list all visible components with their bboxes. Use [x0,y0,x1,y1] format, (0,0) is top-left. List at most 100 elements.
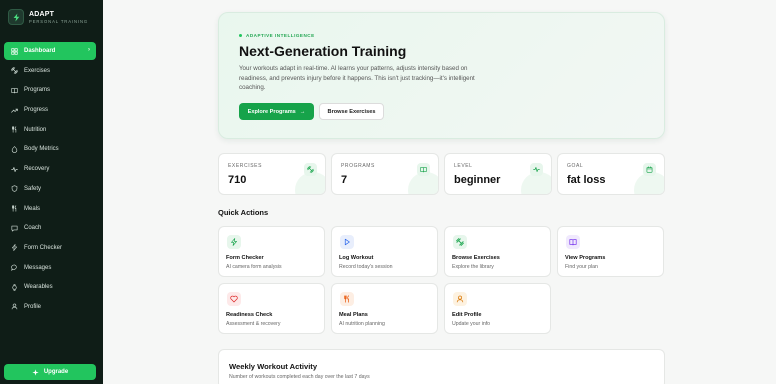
stats-row: EXERCISES 710 PROGRAMS 7 LEVEL beginner … [218,153,665,195]
sidebar-item-label: Coach [24,225,42,232]
upgrade-button[interactable]: Upgrade [4,364,96,380]
activity-icon [10,165,18,173]
sidebar-item-label: Wearables [24,284,53,291]
sidebar-item-label: Safety [24,185,42,192]
hero-title: Next-Generation Training [239,43,407,59]
quick-action-log-workout[interactable]: Log Workout Record today's session [331,226,438,277]
sidebar-item-label: Profile [24,303,42,310]
book-icon [10,86,18,94]
quick-actions-title: Quick Actions [218,208,269,217]
sidebar-item-profile[interactable]: Profile [4,298,96,316]
main-content: ADAPTIVE INTELLIGENCE Next-Generation Tr… [103,0,776,384]
sidebar-item-form-checker[interactable]: Form Checker [4,239,96,257]
quick-action-title: Meal Plans [339,312,368,318]
dumbbell-icon [10,67,18,75]
explore-programs-button[interactable]: Explore Programs → [239,103,314,120]
hero-banner: ADAPTIVE INTELLIGENCE Next-Generation Tr… [218,12,665,139]
stat-card-level: LEVEL beginner [444,153,552,195]
browse-exercises-button[interactable]: Browse Exercises [319,103,384,120]
sidebar-item-dashboard[interactable]: Dashboard › [4,42,96,60]
utensils-icon [340,292,354,306]
quick-action-view-programs[interactable]: View Programs Find your plan [557,226,664,277]
quick-action-browse-exercises[interactable]: Browse Exercises Explore the library [444,226,551,277]
dumbbell-icon [304,163,317,176]
brand[interactable]: ADAPT PERSONAL TRAINING [8,9,88,25]
trend-icon [10,106,18,114]
dumbbell-icon [453,235,467,249]
user-icon [453,292,467,306]
sidebar-item-label: Messages [24,264,52,271]
hero-tag: ADAPTIVE INTELLIGENCE [239,33,315,38]
sidebar-item-label: Exercises [24,67,51,74]
hero-tag-label: ADAPTIVE INTELLIGENCE [246,33,315,38]
stat-card-programs: PROGRAMS 7 [331,153,439,195]
stat-label: EXERCISES [228,163,263,169]
sidebar-item-label: Form Checker [24,244,63,251]
sidebar-item-coach[interactable]: Coach [4,219,96,237]
book-icon [417,163,430,176]
quick-action-readiness-check[interactable]: Readiness Check Assessment & recovery [218,283,325,334]
sidebar-item-messages[interactable]: Messages [4,259,96,277]
quick-action-subtitle: AI nutrition planning [339,321,385,327]
shield-icon [10,185,18,193]
bolt-icon [10,244,18,252]
bolt-icon [8,9,24,25]
sidebar-item-meals[interactable]: Meals [4,200,96,218]
stat-value: 7 [341,174,348,186]
sidebar-item-progress[interactable]: Progress [4,101,96,119]
sparkle-icon [32,368,39,376]
quick-action-subtitle: Find your plan [565,264,598,270]
sidebar-item-wearables[interactable]: Wearables [4,278,96,296]
sidebar-item-recovery[interactable]: Recovery [4,160,96,178]
sidebar-item-safety[interactable]: Safety [4,180,96,198]
explore-programs-label: Explore Programs [247,108,296,115]
quick-action-title: Edit Profile [452,312,482,318]
activity-icon [530,163,543,176]
dot-icon [239,34,242,37]
quick-action-subtitle: Record today's session [339,264,393,270]
sidebar-item-exercises[interactable]: Exercises [4,62,96,80]
quick-action-title: Form Checker [226,255,264,261]
sidebar-item-programs[interactable]: Programs [4,81,96,99]
message-icon [10,264,18,272]
quick-action-subtitle: Assessment & recovery [226,321,281,327]
quick-action-subtitle: AI camera form analysis [226,264,282,270]
sidebar-item-label: Recovery [24,166,50,173]
weekly-activity-card: Weekly Workout Activity Number of workou… [218,349,665,384]
chat-icon [10,224,18,232]
watch-icon [10,283,18,291]
sidebar-nav: Dashboard › Exercises Programs Progress N… [4,42,96,318]
quick-action-title: Readiness Check [226,312,273,318]
calendar-icon [643,163,656,176]
stat-label: LEVEL [454,163,473,169]
scale-icon [10,145,18,153]
sidebar: ADAPT PERSONAL TRAINING Dashboard › Exerc… [0,0,103,384]
sidebar-item-nutrition[interactable]: Nutrition [4,121,96,139]
stat-value: 710 [228,174,247,186]
heart-icon [227,292,241,306]
sidebar-item-body-metrics[interactable]: Body Metrics [4,140,96,158]
quick-action-subtitle: Explore the library [452,264,494,270]
quick-action-title: Browse Exercises [452,255,500,261]
weekly-activity-title: Weekly Workout Activity [229,362,318,371]
sidebar-item-label: Progress [24,107,49,114]
quick-action-edit-profile[interactable]: Edit Profile Update your info [444,283,551,334]
grid-icon [10,47,18,55]
quick-action-meal-plans[interactable]: Meal Plans AI nutrition planning [331,283,438,334]
stat-value: beginner [454,174,501,186]
utensils-icon [10,126,18,134]
quick-action-form-checker[interactable]: Form Checker AI camera form analysis [218,226,325,277]
play-icon [340,235,354,249]
utensils-icon [10,205,18,213]
quick-action-title: View Programs [565,255,606,261]
stat-card-goal: GOAL fat loss [557,153,665,195]
quick-action-title: Log Workout [339,255,374,261]
weekly-activity-subtitle: Number of workouts completed each day ov… [229,374,370,380]
stat-card-exercises: EXERCISES 710 [218,153,326,195]
stat-label: PROGRAMS [341,163,375,169]
upgrade-label: Upgrade [43,369,69,375]
brand-subtitle: PERSONAL TRAINING [29,18,89,24]
sidebar-item-label: Programs [24,87,51,94]
book-icon [566,235,580,249]
bolt-icon [227,235,241,249]
